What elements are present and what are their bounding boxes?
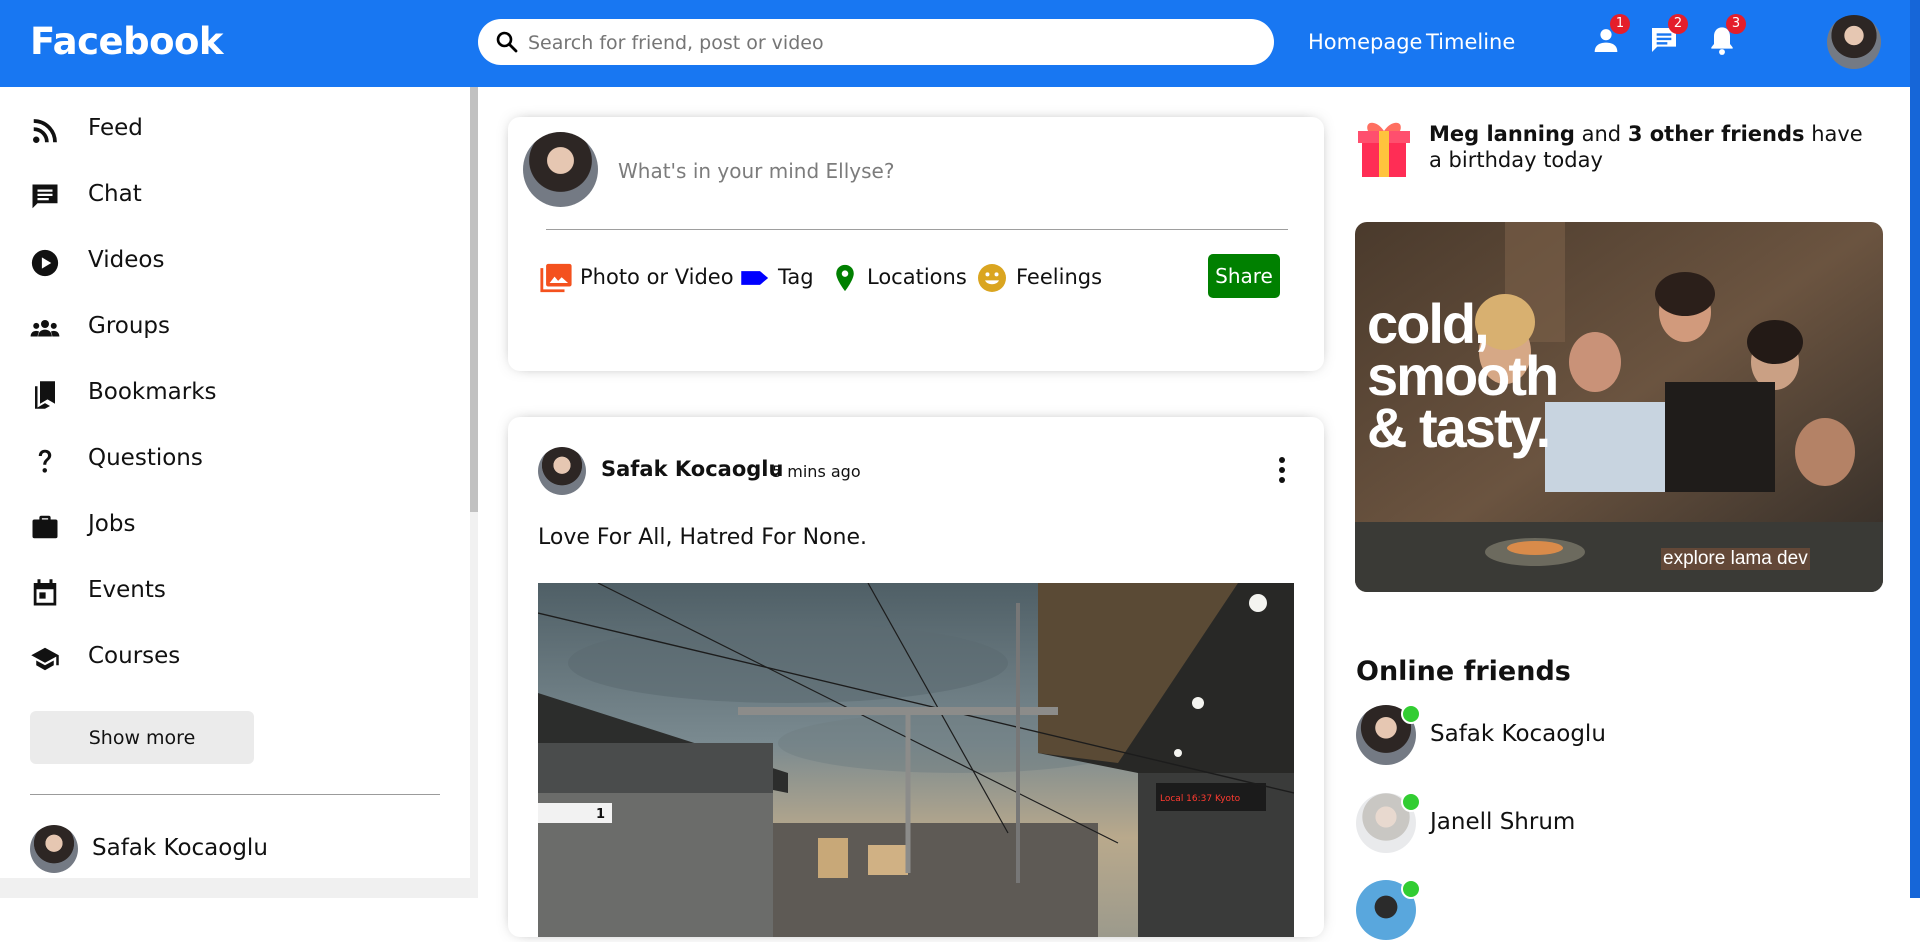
- homepage-link[interactable]: Homepage: [1308, 30, 1422, 54]
- sidebar-item-label: Questions: [88, 445, 203, 471]
- avatar: [30, 825, 78, 873]
- messages-badge: 2: [1668, 14, 1688, 34]
- page-scrollbar[interactable]: [1910, 0, 1920, 898]
- locations-label: Locations: [867, 265, 967, 289]
- sidebar-item-label: Feed: [88, 115, 143, 141]
- photo-video-label: Photo or Video: [580, 265, 734, 289]
- share-box: Photo or Video Tag Locations Feelings Sh…: [508, 117, 1324, 371]
- bookmarks-icon: [35, 381, 55, 409]
- post-image[interactable]: 1 Local 16:37 Kyoto: [538, 583, 1294, 937]
- sidebar-item-label: Videos: [88, 247, 165, 273]
- gift-icon: [1358, 122, 1410, 177]
- online-status-dot: [1401, 704, 1421, 724]
- birthday-friend-name[interactable]: Meg lanning: [1429, 122, 1575, 146]
- sidebar-item-jobs[interactable]: Jobs: [30, 505, 430, 545]
- post-card: Safak Kocaoglu 5 mins ago Love For All, …: [508, 417, 1324, 937]
- sidebar-item-label: Bookmarks: [88, 379, 217, 405]
- tag-option[interactable]: Tag: [740, 261, 820, 295]
- ad-headline-line-3: & tasty.: [1367, 396, 1551, 459]
- feelings-label: Feelings: [1016, 265, 1103, 289]
- sidebar-item-groups[interactable]: Groups: [30, 307, 430, 347]
- play-circle-icon: [31, 249, 59, 277]
- sidebar-item-label: Groups: [88, 313, 171, 339]
- search-bar[interactable]: [478, 19, 1274, 65]
- birthday-connector: and: [1581, 122, 1622, 146]
- chat-icon: [32, 184, 58, 209]
- messages-button[interactable]: 2: [1648, 14, 1688, 58]
- online-friend-item[interactable]: [1356, 879, 1756, 942]
- ad-headline-line-2: smooth: [1367, 344, 1559, 407]
- label-tag-icon: [741, 271, 769, 285]
- post-author-avatar[interactable]: [538, 447, 586, 495]
- online-friends-title: Online friends: [1356, 656, 1571, 687]
- post-timestamp: 5 mins ago: [772, 462, 861, 481]
- birthday-others[interactable]: 3 other friends: [1628, 122, 1805, 146]
- photo-video-option[interactable]: Photo or Video: [538, 261, 734, 295]
- online-status-dot: [1401, 879, 1421, 899]
- groups-icon: [30, 320, 60, 337]
- advertisement-banner[interactable]: cold, smooth & tasty. explore lama dev: [1355, 222, 1883, 592]
- friend-requests-badge: 1: [1610, 14, 1630, 34]
- sidebar-item-courses[interactable]: Courses: [30, 637, 430, 677]
- notifications-badge: 3: [1726, 14, 1746, 34]
- profile-avatar[interactable]: [1827, 15, 1881, 69]
- online-status-dot: [1401, 792, 1421, 812]
- more-vert-icon[interactable]: [1272, 453, 1292, 487]
- sidebar-item-events[interactable]: Events: [30, 571, 430, 611]
- emoji-smile-icon: [978, 264, 1006, 292]
- share-divider: [546, 229, 1288, 230]
- friend-requests-button[interactable]: 1: [1590, 14, 1630, 58]
- location-pin-icon: [836, 264, 854, 292]
- sidebar-item-label: Courses: [88, 643, 181, 669]
- sidebar-item-videos[interactable]: Videos: [30, 241, 430, 281]
- event-calendar-icon: [33, 579, 57, 606]
- help-question-icon: [38, 449, 52, 473]
- ad-tagline: explore lama dev: [1661, 548, 1810, 570]
- feelings-option[interactable]: Feelings: [976, 261, 1106, 295]
- sidebar-divider: [30, 794, 440, 795]
- sidebar-item-feed[interactable]: Feed: [30, 109, 430, 149]
- online-friend-item[interactable]: Janell Shrum: [1356, 792, 1756, 855]
- birthday-text: Meg lanning and 3 other friends have a b…: [1429, 121, 1869, 173]
- online-friend-name: Safak Kocaoglu: [1430, 721, 1606, 747]
- status-input[interactable]: [616, 155, 1300, 187]
- locations-option[interactable]: Locations: [830, 261, 970, 295]
- photo-library-icon: [540, 263, 572, 293]
- sidebar-friend-item[interactable]: Safak Kocaoglu: [30, 825, 430, 875]
- sidebar-item-label: Events: [88, 577, 166, 603]
- sidebar-bottom-strip: [0, 878, 470, 898]
- rss-feed-icon: [33, 119, 57, 143]
- train-station-photo: 1 Local 16:37 Kyoto: [538, 583, 1294, 937]
- ad-headline: cold, smooth & tasty.: [1367, 292, 1559, 459]
- search-icon: [496, 31, 518, 53]
- sidebar-item-label: Chat: [88, 181, 142, 207]
- post-author-name[interactable]: Safak Kocaoglu: [601, 457, 783, 481]
- timeline-link[interactable]: Timeline: [1426, 30, 1515, 54]
- search-input[interactable]: [526, 27, 1250, 59]
- show-more-button[interactable]: Show more: [30, 711, 254, 764]
- tag-label: Tag: [778, 265, 814, 289]
- avatar[interactable]: [523, 132, 598, 207]
- online-friend-item[interactable]: Safak Kocaoglu: [1356, 704, 1756, 767]
- left-sidebar: Feed Chat Videos Groups Bookmarks Questions Jo…: [0, 87, 470, 898]
- topbar: Facebook Homepage Timeline 1 2 3: [0, 0, 1920, 87]
- post-text: Love For All, Hatred For None.: [538, 525, 867, 550]
- sidebar-item-bookmarks[interactable]: Bookmarks: [30, 373, 430, 413]
- share-button[interactable]: Share: [1208, 254, 1280, 298]
- sidebar-item-chat[interactable]: Chat: [30, 175, 430, 215]
- ad-headline-line-1: cold,: [1367, 292, 1490, 355]
- platform-sign-number: 1: [596, 807, 605, 822]
- sidebar-scrollbar-thumb[interactable]: [470, 87, 478, 512]
- departure-board-text: Local 16:37 Kyoto: [1160, 794, 1241, 804]
- online-friend-name: Janell Shrum: [1430, 809, 1576, 835]
- sidebar-item-questions[interactable]: Questions: [30, 439, 430, 479]
- notifications-button[interactable]: 3: [1706, 14, 1746, 58]
- work-briefcase-icon: [32, 515, 58, 539]
- school-cap-icon: [31, 647, 59, 671]
- sidebar-item-label: Jobs: [88, 511, 136, 537]
- facebook-logo[interactable]: Facebook: [30, 20, 224, 63]
- birthday-notice: Meg lanning and 3 other friends have a b…: [1356, 117, 1886, 177]
- sidebar-friend-name: Safak Kocaoglu: [92, 835, 268, 861]
